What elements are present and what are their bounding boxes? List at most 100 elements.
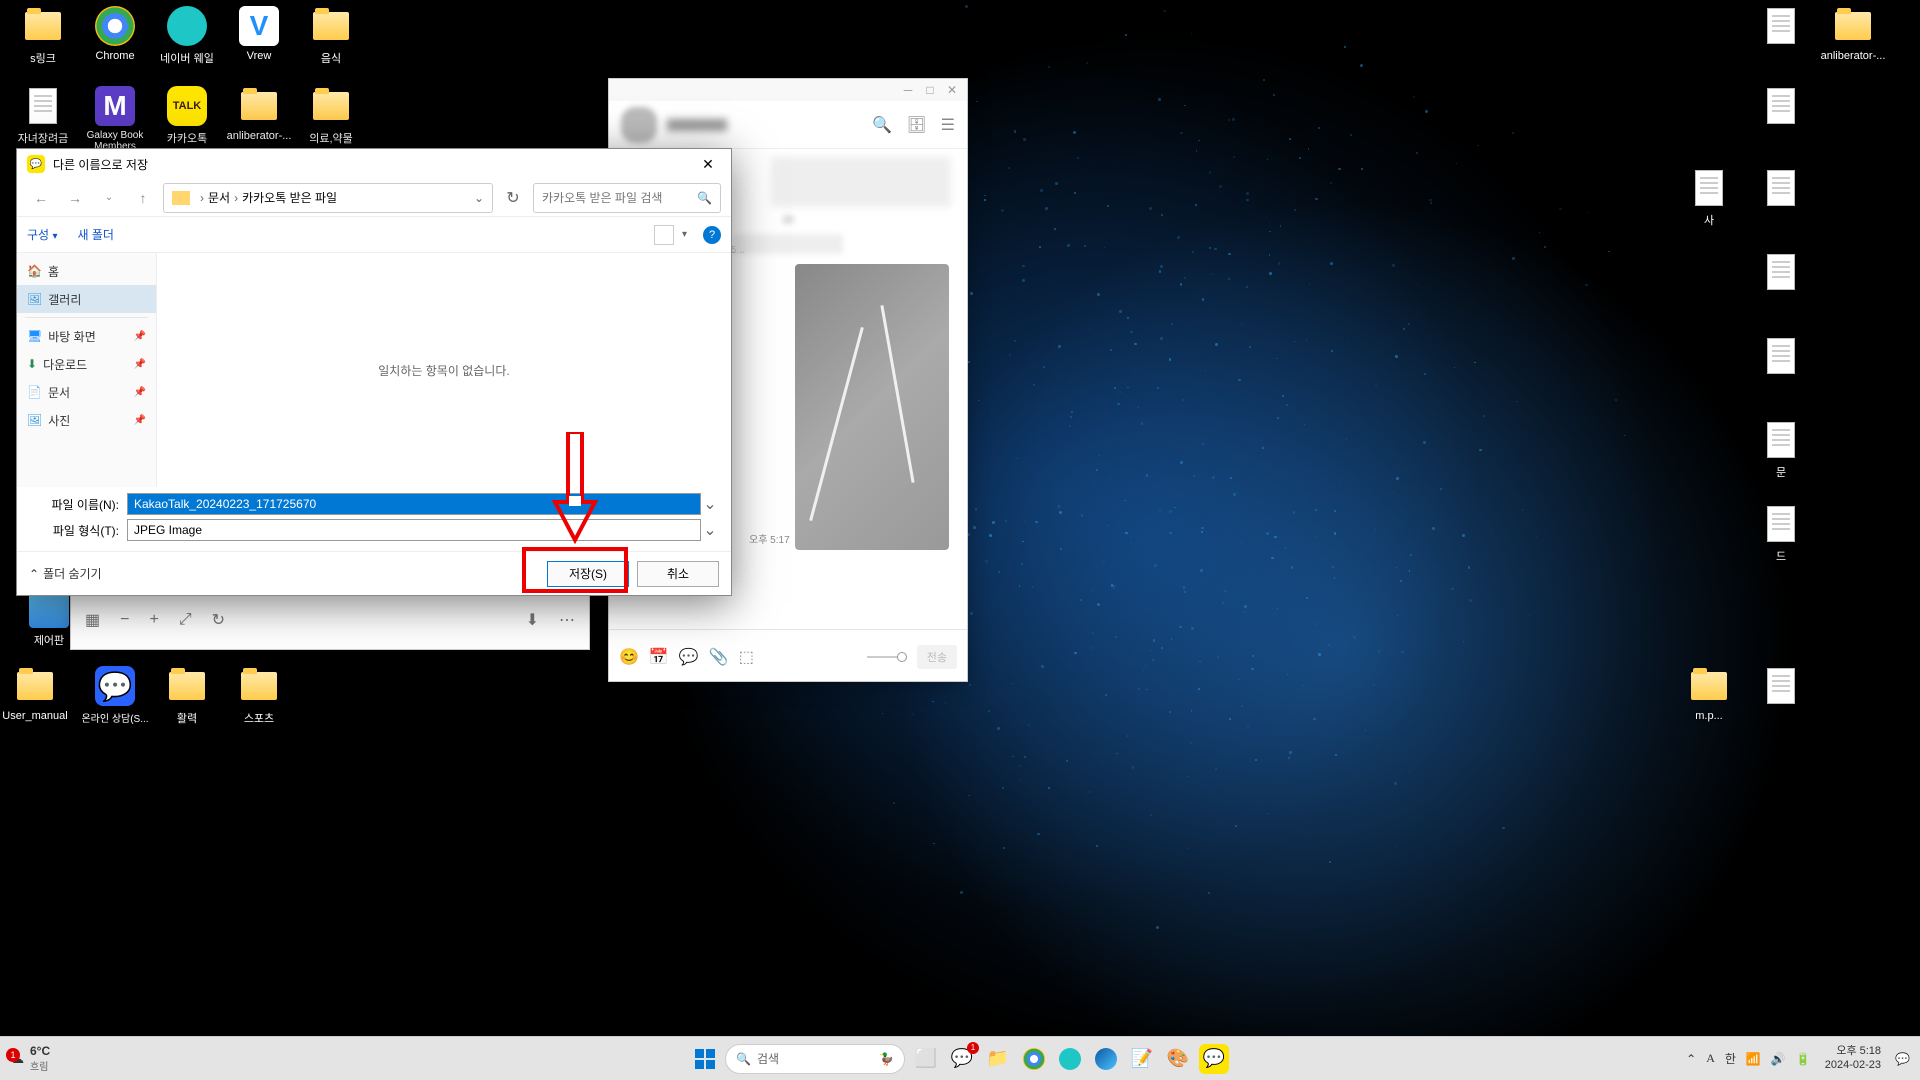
desktop-icon-whale[interactable]: 네이버 웨일 <box>152 6 222 66</box>
refresh-icon[interactable]: ↻ <box>499 188 527 208</box>
tray-wifi-icon[interactable]: 📶 <box>1746 1052 1761 1066</box>
desktop-icon-right-doc3[interactable] <box>1746 168 1816 212</box>
desktop-icon-right-doc5[interactable] <box>1746 336 1816 380</box>
sidebar-item-downloads[interactable]: ⬇다운로드📌 <box>17 350 156 378</box>
menu-icon[interactable]: ☰ <box>941 115 955 135</box>
recent-icon[interactable]: ⌄ <box>95 184 123 212</box>
desktop-icon-right-mp[interactable]: m.p... <box>1674 666 1744 722</box>
taskbar-weather[interactable]: ☁1 6°C 흐림 <box>0 1044 62 1073</box>
up-icon[interactable]: ↑ <box>129 184 157 212</box>
taskbar-taskview[interactable]: ⬜ <box>911 1044 941 1074</box>
sidebar-item-home[interactable]: 🏠홈 <box>17 257 156 285</box>
organize-button[interactable]: 구성 ▾ <box>27 226 57 243</box>
taskbar-paint[interactable]: 🎨 <box>1163 1044 1193 1074</box>
kakaotalk-icon: 💬 <box>27 155 45 173</box>
desktop-icon-right-anlib[interactable]: anliberator-... <box>1818 6 1888 62</box>
forward-icon[interactable]: → <box>61 184 89 212</box>
view-mode-button[interactable] <box>654 225 674 245</box>
desktop-icon-right-doc-mun[interactable]: 문 <box>1746 420 1816 480</box>
desktop-icon-food[interactable]: 음식 <box>296 6 366 66</box>
taskbar-chat[interactable]: 💬1 <box>947 1044 977 1074</box>
sidebar-item-pictures[interactable]: 🖼사진📌 <box>17 406 156 434</box>
desktop-icon-galaxybook[interactable]: MGalaxy Book Members <box>80 86 150 152</box>
tray-battery-icon[interactable]: 🔋 <box>1796 1052 1811 1066</box>
close-icon[interactable]: ✕ <box>695 154 721 174</box>
calendar-icon[interactable]: 📅 <box>649 647 669 667</box>
desktop-icon-consult[interactable]: 💬온라인 상담(S... <box>80 666 150 725</box>
grid-icon[interactable]: ▦ <box>85 610 100 630</box>
desktop-icon-usermanual[interactable]: User_manual <box>0 666 70 722</box>
minimize-icon[interactable]: ─ <box>897 79 919 101</box>
chevron-down-icon[interactable]: ⌄ <box>474 191 484 205</box>
attach-icon[interactable]: 📎 <box>709 647 729 667</box>
desktop-icon-slink[interactable]: s링크 <box>8 6 78 66</box>
tray-volume-icon[interactable]: 🔊 <box>1771 1052 1786 1066</box>
more-icon[interactable]: ⋯ <box>559 610 575 630</box>
desktop-icon-right-doc4[interactable] <box>1746 252 1816 296</box>
hide-folders-toggle[interactable]: ⌃폴더 숨기기 <box>29 565 102 582</box>
start-button[interactable] <box>691 1045 719 1073</box>
desktop-icon-right-doc-deu[interactable]: 드 <box>1746 504 1816 564</box>
taskbar-clock[interactable]: 오후 5:18 2024-02-23 <box>1821 1045 1885 1071</box>
cancel-button[interactable]: 취소 <box>637 561 719 587</box>
tray-notifications-icon[interactable]: 💬 <box>1895 1052 1910 1066</box>
rotate-icon[interactable]: ↻ <box>212 610 225 630</box>
desktop-icon-right-doc7[interactable] <box>1746 666 1816 710</box>
desktop-icon-vitality[interactable]: 활력 <box>152 666 222 726</box>
view-dropdown-icon[interactable]: ▾ <box>682 229 687 240</box>
search-input[interactable] <box>542 191 697 205</box>
expand-icon[interactable]: ⤢ <box>179 611 192 629</box>
desktop-icon-right-doc1[interactable] <box>1746 6 1816 50</box>
search-icon[interactable]: 🔍 <box>872 115 892 135</box>
maximize-icon[interactable]: □ <box>919 79 941 101</box>
filetype-dropdown-icon[interactable]: ⌄ <box>701 520 719 540</box>
dialog-sidebar: 🏠홈 🖼갤러리 🖥바탕 화면📌 ⬇다운로드📌 📄문서📌 🖼사진📌 <box>17 253 157 487</box>
sidebar-item-desktop[interactable]: 🖥바탕 화면📌 <box>17 322 156 350</box>
chat-image-message[interactable] <box>795 264 949 550</box>
path-part-1[interactable]: 문서 <box>208 189 230 206</box>
desktop-icon-right-doc-sa[interactable]: 사 <box>1674 168 1744 228</box>
search-box[interactable]: 🔍 <box>533 183 721 213</box>
filename-dropdown-icon[interactable]: ⌄ <box>701 494 719 514</box>
crop-icon[interactable]: ⬚ <box>739 647 754 667</box>
desktop-icon-medical[interactable]: 의료,약물 <box>296 86 366 146</box>
chat-input-area: 😊 📅 💬 📎 ⬚ 전송 <box>609 629 967 683</box>
taskbar-notepad[interactable]: 📝 <box>1127 1044 1157 1074</box>
sidebar-item-documents[interactable]: 📄문서📌 <box>17 378 156 406</box>
desktop-icon-chrome[interactable]: Chrome <box>80 6 150 62</box>
tray-font-icon[interactable]: A <box>1706 1051 1715 1066</box>
chat-bubble-icon[interactable]: 💬 <box>679 647 699 667</box>
taskbar-whale[interactable] <box>1055 1044 1085 1074</box>
zoom-out-icon[interactable]: − <box>120 611 129 629</box>
desktop-icon-anliberator[interactable]: anliberator-... <box>224 86 294 142</box>
new-folder-button[interactable]: 새 폴더 <box>77 226 113 243</box>
taskbar-edge[interactable] <box>1091 1044 1121 1074</box>
archive-icon[interactable]: 🗄 <box>906 115 926 135</box>
desktop-icon-kakaotalk[interactable]: TALK카카오톡 <box>152 86 222 146</box>
help-icon[interactable]: ? <box>703 226 721 244</box>
filename-input[interactable] <box>127 493 701 515</box>
desktop-icon-vrew[interactable]: VVrew <box>224 6 294 62</box>
send-button[interactable]: 전송 <box>917 645 957 669</box>
taskbar-tray: ⌃ A 한 📶 🔊 🔋 오후 5:18 2024-02-23 💬 <box>1676 1045 1920 1071</box>
taskbar-explorer[interactable]: 📁 <box>983 1044 1013 1074</box>
desktop-icon-sports[interactable]: 스포츠 <box>224 666 294 726</box>
slider[interactable] <box>867 656 907 658</box>
desktop-icon-right-doc2[interactable] <box>1746 86 1816 130</box>
sidebar-item-gallery[interactable]: 🖼갤러리 <box>17 285 156 313</box>
desktop-icon-childcare[interactable]: 자녀장려금 <box>8 86 78 146</box>
filetype-select[interactable]: JPEG Image <box>127 519 701 541</box>
taskbar-kakaotalk[interactable]: 💬 <box>1199 1044 1229 1074</box>
zoom-in-icon[interactable]: + <box>149 611 158 629</box>
tray-chevron-icon[interactable]: ⌃ <box>1686 1052 1696 1066</box>
taskbar-chrome[interactable] <box>1019 1044 1049 1074</box>
save-button[interactable]: 저장(S) <box>547 561 629 587</box>
path-breadcrumb[interactable]: › 문서 › 카카오톡 받은 파일 ⌄ <box>163 183 493 213</box>
back-icon[interactable]: ← <box>27 184 55 212</box>
emoji-icon[interactable]: 😊 <box>619 647 639 667</box>
download-icon[interactable]: ⬇ <box>526 610 539 630</box>
tray-ime[interactable]: 한 <box>1725 1050 1736 1067</box>
taskbar-search[interactable]: 🔍 검색 🦆 <box>725 1044 905 1074</box>
close-icon[interactable]: ✕ <box>941 79 963 101</box>
path-part-2[interactable]: 카카오톡 받은 파일 <box>242 189 337 206</box>
